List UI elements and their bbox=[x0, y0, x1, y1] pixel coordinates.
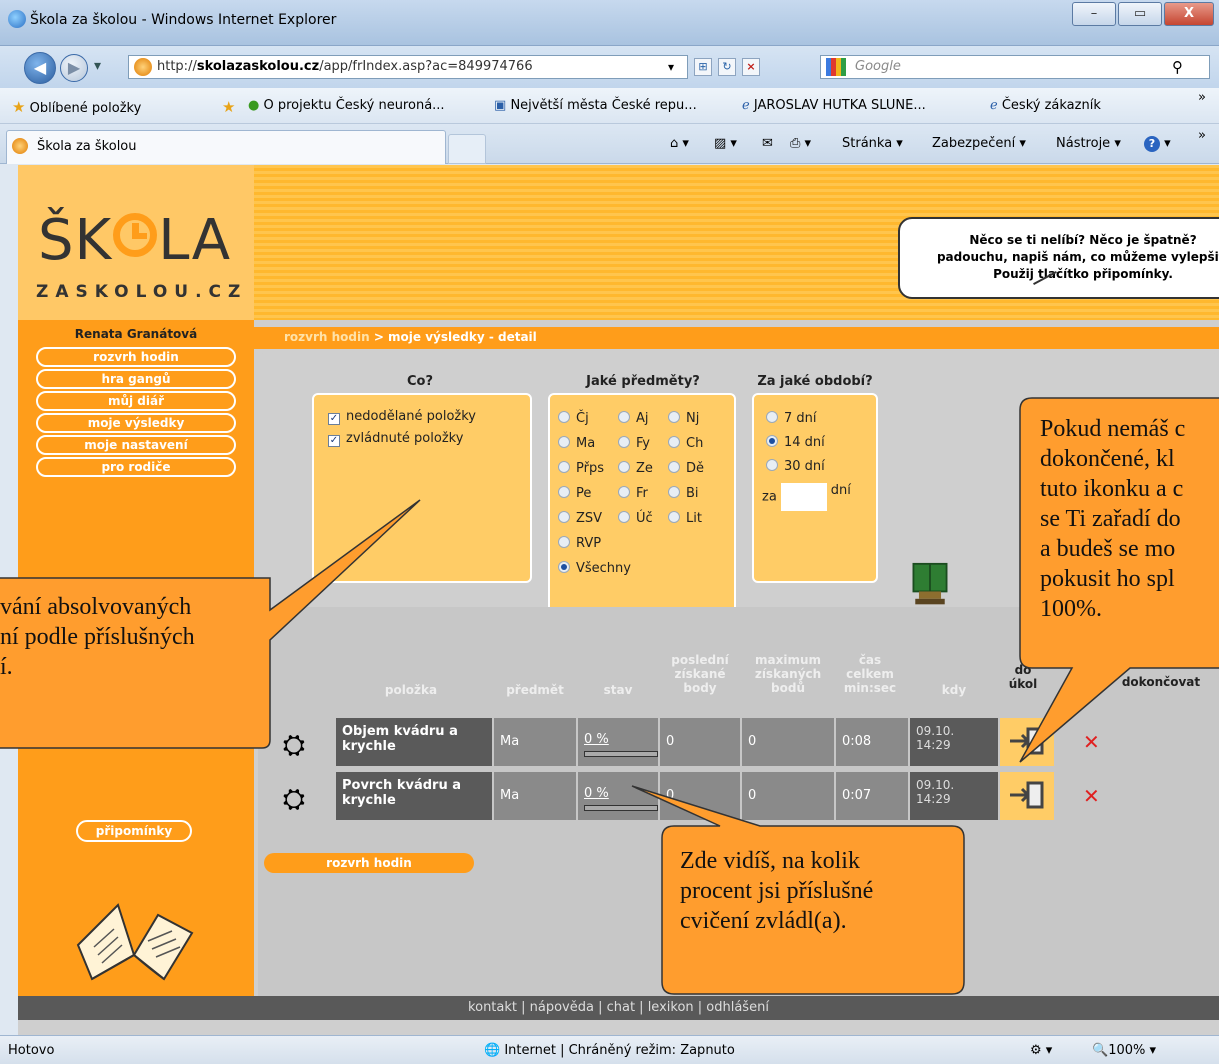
callout-right-text: Pokud nemáš c dokončené, kl tuto ikonku … bbox=[1040, 414, 1219, 624]
zoom-level: 100% bbox=[1108, 1043, 1146, 1058]
globe-icon: 🌐 bbox=[484, 1043, 501, 1058]
protected-mode-icon[interactable]: ⚙ ▾ bbox=[1030, 1043, 1052, 1058]
callout-left-line: ní podle příslušných bbox=[0, 624, 195, 650]
callout-left-line: í. bbox=[0, 654, 13, 680]
callout-left-line: vání absolvovaných bbox=[0, 594, 192, 620]
callout-right-line: tuto ikonku a c bbox=[1040, 476, 1184, 502]
callout-right-line: dokončené, kl bbox=[1040, 446, 1175, 472]
status-bar: Hotovo 🌐 Internet | Chráněný režim: Zapn… bbox=[0, 1035, 1219, 1064]
zoom-control[interactable]: 🔍100% ▾ bbox=[1092, 1043, 1156, 1058]
callout-left-text: vání absolvovaných ní podle příslušných … bbox=[0, 592, 268, 682]
security-zone[interactable]: 🌐 Internet | Chráněný režim: Zapnuto bbox=[484, 1043, 735, 1058]
callout-right-line: se Ti zařadí do bbox=[1040, 506, 1181, 532]
callout-bottom-text: Zde vidíš, na kolik procent jsi příslušn… bbox=[680, 846, 960, 936]
annotation-layer bbox=[0, 397, 1219, 995]
callout-bottom-line: Zde vidíš, na kolik bbox=[680, 848, 860, 874]
callout-right-line: pokusit ho spl bbox=[1040, 566, 1175, 592]
status-text: Hotovo bbox=[8, 1043, 55, 1058]
callout-right-line: a budeš se mo bbox=[1040, 536, 1176, 562]
callout-right-line: 100%. bbox=[1040, 596, 1102, 622]
security-zone-label: Internet | Chráněný režim: Zapnuto bbox=[504, 1043, 735, 1058]
callout-right-line: Pokud nemáš c bbox=[1040, 416, 1186, 442]
callout-bottom-line: cvičení zvládl(a). bbox=[680, 908, 847, 934]
zoom-icon: 🔍 bbox=[1092, 1043, 1109, 1058]
callout-bottom-line: procent jsi příslušné bbox=[680, 878, 874, 904]
